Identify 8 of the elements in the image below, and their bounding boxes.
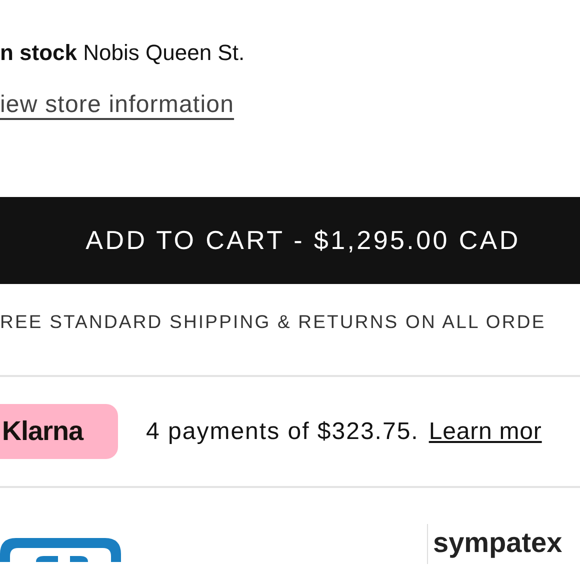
- store-information-link[interactable]: iew store information: [0, 90, 234, 120]
- add-to-cart-button[interactable]: ADD TO CART - $1,295.00 CAD: [0, 197, 580, 284]
- brand-logo: sympatex: [433, 528, 562, 558]
- klarna-badge: Klarna: [0, 404, 118, 459]
- learn-more-link[interactable]: Learn mor: [428, 418, 542, 446]
- stock-status: n stock Nobis Queen St.: [0, 39, 246, 67]
- payment-text: 4 payments of $323.75.: [146, 418, 419, 446]
- shipping-note: REE STANDARD SHIPPING & RETURNS ON ALL ORDE: [0, 310, 547, 334]
